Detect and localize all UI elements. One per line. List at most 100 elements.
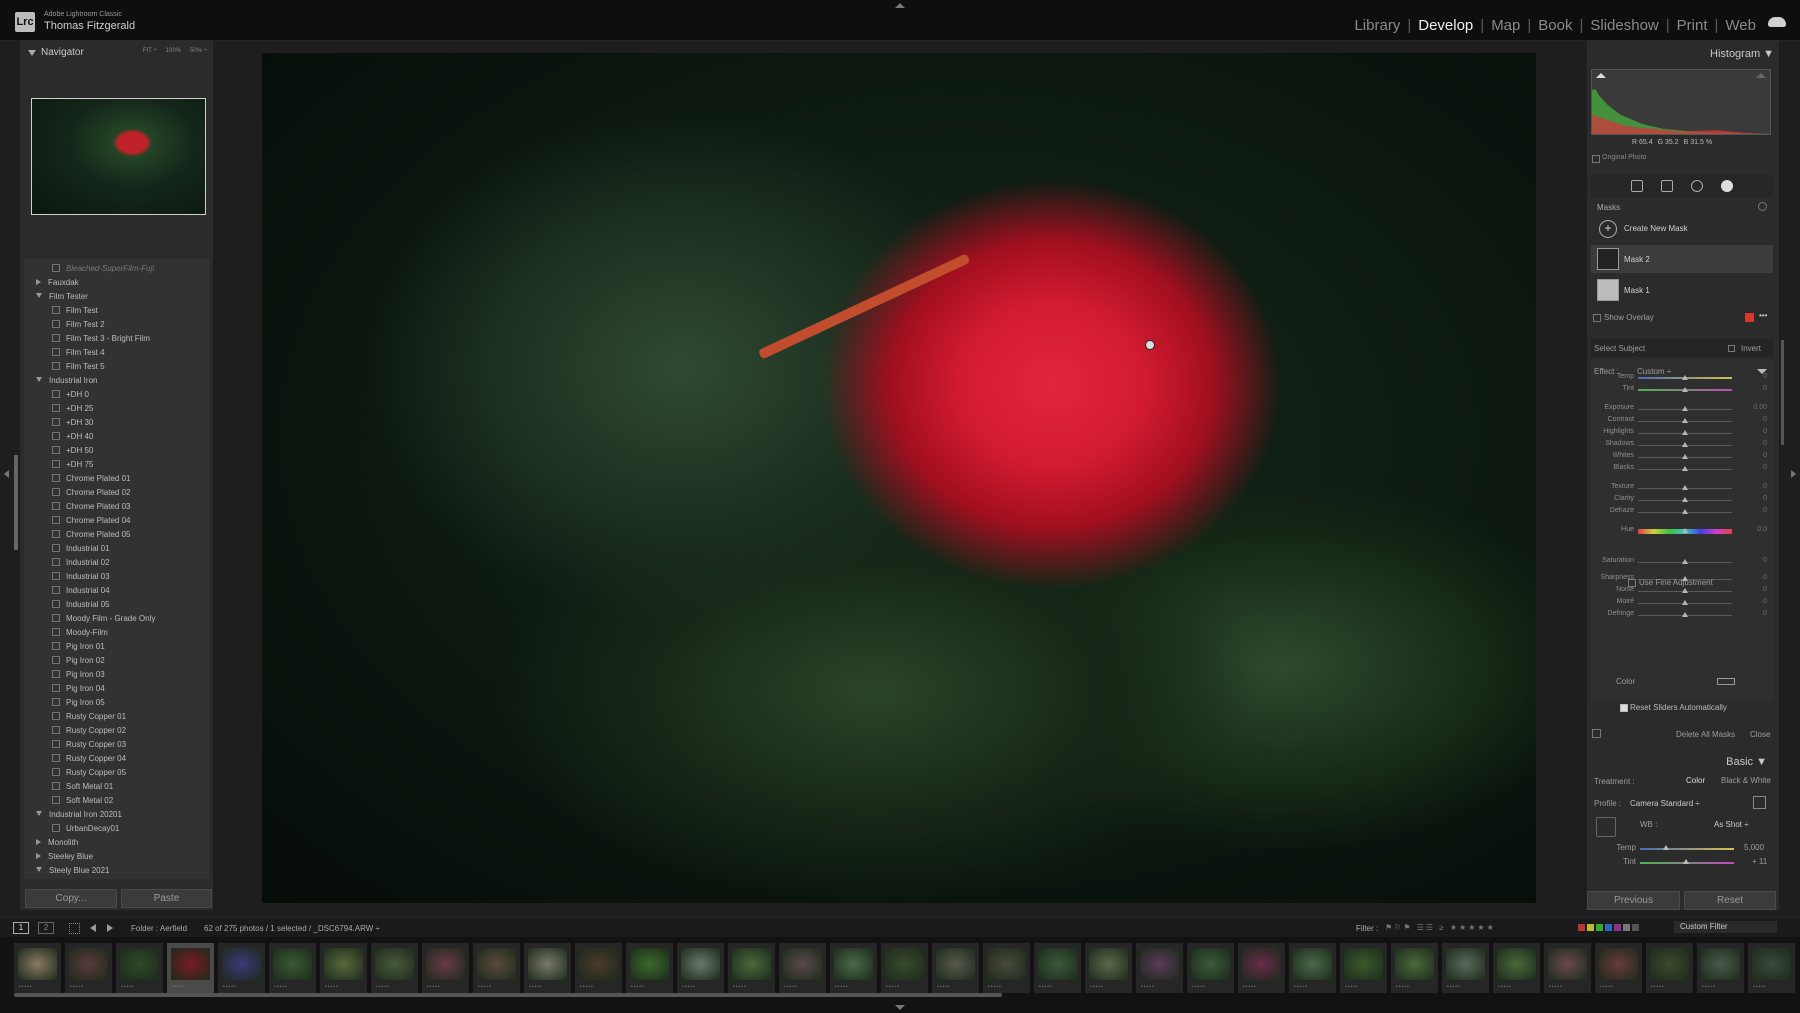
use-fine-adjustment-label[interactable]: Use Fine Adjustment <box>1639 578 1713 587</box>
slider-knob[interactable] <box>1682 466 1688 471</box>
preset-icon[interactable] <box>52 516 60 524</box>
rating-stars[interactable]: ••••• <box>274 984 288 990</box>
preset-item[interactable]: Film Test <box>52 306 98 320</box>
histogram-title[interactable]: Histogram ▼ <box>1710 48 1774 60</box>
shadow-clipping-icon[interactable] <box>1596 73 1606 78</box>
preset-folder[interactable]: Film Tester <box>36 292 88 306</box>
filmstrip-thumbnail[interactable]: ••••• <box>65 943 112 993</box>
slider-value[interactable]: 0 <box>1763 385 1767 392</box>
module-web[interactable]: Web <box>1725 17 1756 34</box>
preset-item[interactable]: Pig Iron 02 <box>52 656 105 670</box>
filmstrip-thumbnail[interactable]: ••••• <box>320 943 367 993</box>
collapse-triangle-icon[interactable] <box>28 50 36 56</box>
preset-icon[interactable] <box>52 796 60 804</box>
show-overlay-label[interactable]: Show Overlay <box>1604 313 1654 322</box>
filmstrip-thumbnail[interactable]: ••••• <box>473 943 520 993</box>
preset-item[interactable]: +DH 40 <box>52 432 93 446</box>
rating-stars[interactable]: ••••• <box>1600 984 1614 990</box>
preset-item[interactable]: Soft Metal 01 <box>52 782 113 796</box>
previous-button[interactable]: Previous <box>1587 891 1680 910</box>
slider-dehaze[interactable]: Dehaze 0 <box>1591 506 1773 519</box>
folder-toggle-icon[interactable] <box>36 293 42 298</box>
filmstrip-thumbnail[interactable]: ••••• <box>1493 943 1540 993</box>
thumbnail-image[interactable] <box>1140 948 1179 980</box>
preset-icon[interactable] <box>52 740 60 748</box>
preset-icon[interactable] <box>52 642 60 650</box>
filmstrip-thumbnail[interactable]: ••••• <box>1442 943 1489 993</box>
folder-toggle-icon[interactable] <box>36 839 41 845</box>
preset-item[interactable]: Bleached-SuperFilm-Fuji <box>52 264 154 278</box>
preset-icon[interactable] <box>52 698 60 706</box>
rating-stars[interactable]: ••••• <box>376 984 390 990</box>
thumbnail-image[interactable] <box>987 948 1026 980</box>
rating-stars[interactable]: ••••• <box>1243 984 1257 990</box>
thumbnail-image[interactable] <box>681 948 720 980</box>
basic-temp-knob[interactable] <box>1663 845 1669 850</box>
module-book[interactable]: Book <box>1538 17 1572 34</box>
preset-item[interactable]: Industrial 04 <box>52 586 110 600</box>
filmstrip-thumbnail[interactable]: ••••• <box>1748 943 1795 993</box>
filmstrip-thumbnail[interactable]: ••••• <box>422 943 469 993</box>
preset-item[interactable]: Film Test 4 <box>52 348 105 362</box>
thumbnail-image[interactable] <box>1344 948 1383 980</box>
mask-row-2[interactable]: Mask 2 <box>1591 245 1773 273</box>
rating-stars[interactable]: ••••• <box>1396 984 1410 990</box>
preset-icon[interactable] <box>52 502 60 510</box>
preset-icon[interactable] <box>52 530 60 538</box>
rating-stars[interactable]: ••••• <box>223 984 237 990</box>
preset-icon[interactable] <box>52 558 60 566</box>
thumbnail-image[interactable] <box>1191 948 1230 980</box>
slider-knob[interactable] <box>1682 600 1688 605</box>
slider-hue[interactable]: Hue 0.0 <box>1591 525 1773 538</box>
plus-icon[interactable]: + <box>1599 220 1617 238</box>
wb-dropdown[interactable]: As Shot ÷ <box>1714 820 1749 829</box>
paste-button[interactable]: Paste <box>121 889 212 908</box>
preset-folder[interactable]: Monolith <box>36 838 78 852</box>
preset-icon[interactable] <box>52 306 60 314</box>
preset-icon[interactable] <box>52 446 60 454</box>
thumbnail-image[interactable] <box>273 948 312 980</box>
thumbnail-image[interactable] <box>1395 948 1434 980</box>
navigator-zoom-option[interactable]: 100% <box>166 48 181 54</box>
thumbnail-image[interactable] <box>426 948 465 980</box>
rating-stars[interactable]: ••••• <box>1192 984 1206 990</box>
preset-icon[interactable] <box>52 390 60 398</box>
preset-icon[interactable] <box>52 726 60 734</box>
rating-stars[interactable]: ••••• <box>1141 984 1155 990</box>
rating-stars[interactable]: ••••• <box>325 984 339 990</box>
preset-icon[interactable] <box>52 656 60 664</box>
thumbnail-image[interactable] <box>324 948 363 980</box>
slider-value[interactable]: 0 <box>1763 416 1767 423</box>
slider-value[interactable]: 0 <box>1763 452 1767 459</box>
main-photo[interactable] <box>262 53 1536 903</box>
reset-sliders-label[interactable]: Reset Sliders Automatically <box>1630 703 1727 712</box>
slider-value[interactable]: 0 <box>1763 610 1767 617</box>
filmstrip-thumbnail[interactable]: ••••• <box>1697 943 1744 993</box>
preset-icon[interactable] <box>52 712 60 720</box>
slider-value[interactable]: 0 <box>1763 586 1767 593</box>
filmstrip-thumbnail[interactable]: ••••• <box>167 943 214 993</box>
mask-2-thumbnail[interactable] <box>1597 248 1619 270</box>
bottom-panel-toggle-icon[interactable] <box>895 1005 905 1010</box>
preset-icon[interactable] <box>52 824 60 832</box>
thumbnail-image[interactable] <box>1038 948 1077 980</box>
cloud-icon[interactable] <box>1768 17 1786 27</box>
thumbnail-image[interactable] <box>222 948 261 980</box>
filmstrip-thumbnail[interactable]: ••••• <box>779 943 826 993</box>
preset-item[interactable]: Film Test 2 <box>52 320 105 334</box>
slider-knob[interactable] <box>1682 509 1688 514</box>
preset-icon[interactable] <box>52 782 60 790</box>
filmstrip-thumbnail[interactable]: ••••• <box>1238 943 1285 993</box>
window-2-button[interactable]: 2 <box>38 922 54 934</box>
preset-item[interactable]: +DH 0 <box>52 390 89 404</box>
navigator-zoom-option[interactable]: 50% ÷ <box>190 48 207 54</box>
preset-item[interactable]: Industrial 01 <box>52 544 110 558</box>
right-panel-scrollbar[interactable] <box>1781 340 1784 445</box>
thumbnail-image[interactable] <box>1548 948 1587 980</box>
module-library[interactable]: Library <box>1354 17 1400 34</box>
preset-item[interactable]: Moody-Film <box>52 628 108 642</box>
filmstrip-thumbnail[interactable]: ••••• <box>1136 943 1183 993</box>
preset-item[interactable]: Industrial 03 <box>52 572 110 586</box>
preset-item[interactable]: Rusty Copper 05 <box>52 768 126 782</box>
navigator-zoom-option[interactable]: FIT ÷ <box>143 48 157 54</box>
